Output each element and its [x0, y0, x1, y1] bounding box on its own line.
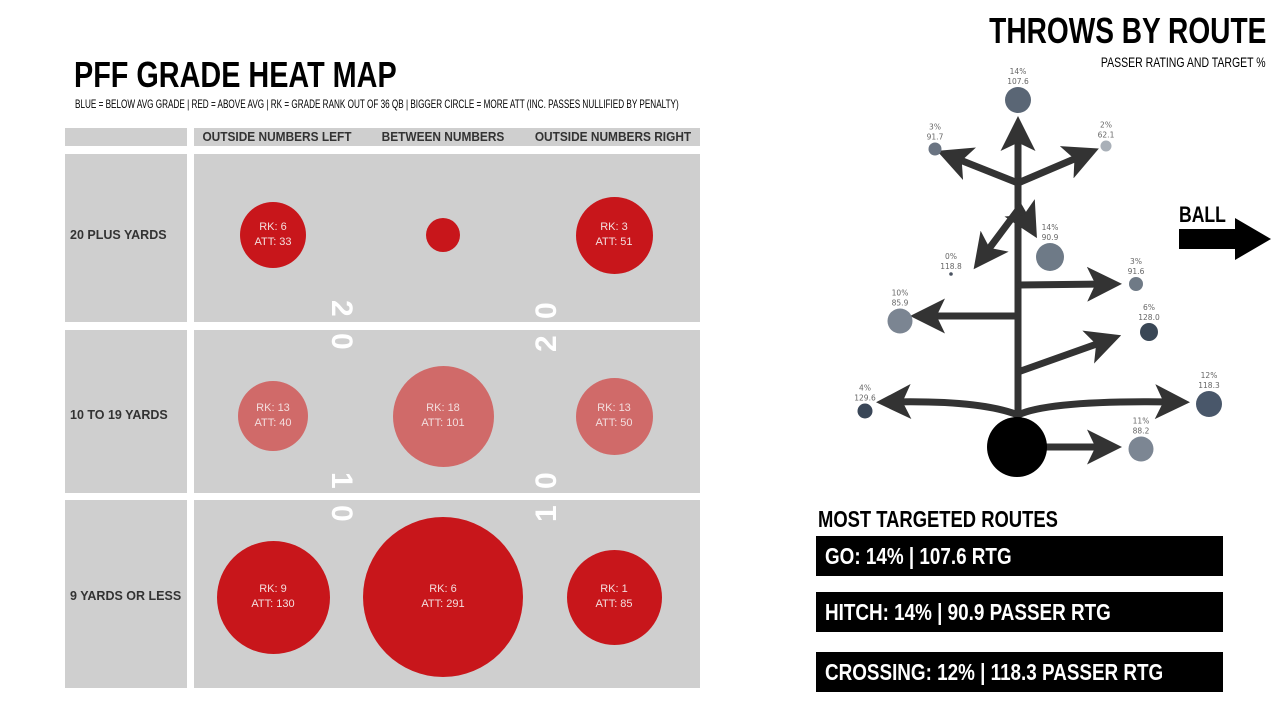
routes-title: THROWS BY ROUTE [988, 10, 1266, 51]
route-passer-rating: 91.7 [927, 133, 944, 142]
bubble-attempts: ATT: 51 [595, 236, 633, 248]
route-node-out-right [1129, 277, 1143, 291]
row-label-9-or-less: 9 YARDS OR LESS [70, 589, 182, 603]
bubble-rank: RK: 13 [597, 402, 631, 414]
route-node-flat-left [857, 403, 873, 419]
grade-bubble: RK: 9 ATT: 130 [216, 540, 330, 654]
bubble-rank: RK: 18 [426, 402, 460, 414]
route-passer-rating: 107.6 [1007, 77, 1029, 86]
route-passer-rating: 90.9 [1042, 233, 1059, 242]
grade-bubble: RK: 13 ATT: 50 [575, 377, 653, 455]
grade-bubble [426, 218, 460, 252]
column-header-between: BETWEEN NUMBERS [381, 130, 505, 144]
route-passer-rating: 85.9 [892, 299, 909, 308]
bubble-rank: RK: 1 [600, 583, 628, 595]
grade-bubble: RK: 18 ATT: 101 [392, 365, 494, 467]
bubble-attempts: ATT: 130 [251, 598, 295, 610]
yard-digit: 0 [325, 505, 358, 522]
heat-map-subtitle: BLUE = BELOW AVG GRADE | RED = ABOVE AVG… [75, 97, 679, 111]
most-targeted-text: GO: 14% | 107.6 RTG [825, 543, 1012, 569]
grade-bubble: RK: 6 ATT: 291 [363, 517, 523, 677]
route-target-pct: 11% [1133, 417, 1150, 426]
route-target-pct: 4% [859, 384, 871, 393]
ball-start-point [987, 417, 1047, 477]
most-targeted-text: HITCH: 14% | 90.9 PASSER RTG [825, 599, 1111, 625]
most-targeted-title: MOST TARGETED ROUTES [818, 506, 1058, 532]
yard-digit: 0 [325, 333, 358, 350]
route-target-pct: 3% [929, 123, 941, 132]
bubble-attempts: ATT: 101 [421, 417, 465, 429]
header-corner-cell [65, 128, 187, 146]
row-label-20-plus: 20 PLUS YARDS [70, 228, 167, 242]
yard-digit: 2 [325, 300, 358, 317]
route-target-pct: 10% [892, 289, 909, 298]
grade-bubble: RK: 3 ATT: 51 [575, 196, 653, 274]
yard-digit: 1 [325, 472, 358, 489]
route-corner-right [1016, 146, 1099, 187]
route-target-pct: 14% [1010, 67, 1027, 76]
route-passer-rating: 88.2 [1133, 427, 1150, 436]
route-slant [1016, 330, 1122, 376]
route-passer-rating: 118.3 [1198, 381, 1220, 390]
route-target-pct: 0% [945, 252, 957, 261]
row-label-10-to-19: 10 TO 19 YARDS [70, 408, 168, 422]
grade-bubble: RK: 6 ATT: 33 [240, 202, 306, 268]
route-corner-left [936, 147, 1020, 187]
bubble-attempts: ATT: 85 [595, 598, 633, 610]
route-target-pct: 14% [1042, 223, 1059, 232]
column-header-outside-right: OUTSIDE NUMBERS RIGHT [534, 130, 692, 144]
route-crossing [1016, 384, 1190, 420]
ball-direction-arrow-icon [1179, 218, 1271, 260]
bubble-rank: RK: 6 [259, 221, 287, 233]
bubble-rank: RK: 3 [600, 221, 628, 233]
route-target-pct: 6% [1143, 303, 1155, 312]
bubble-rank: RK: 6 [429, 583, 457, 595]
grade-bubble: RK: 13 ATT: 40 [238, 381, 308, 451]
yard-digit: 2 [530, 335, 563, 352]
route-node-corner-left [928, 142, 942, 156]
route-passer-rating: 62.1 [1098, 131, 1115, 140]
route-target-pct: 2% [1100, 121, 1112, 130]
grade-bubble: RK: 1 ATT: 85 [566, 549, 662, 645]
route-node-slant [1140, 323, 1158, 341]
route-out-right [1017, 266, 1122, 302]
yard-digit: 0 [530, 302, 563, 319]
most-targeted-text: CROSSING: 12% | 118.3 PASSER RTG [825, 659, 1164, 685]
column-header-outside-left: OUTSIDE NUMBERS LEFT [202, 130, 352, 144]
route-passer-rating: 128.0 [1138, 313, 1160, 322]
yard-digit: 0 [530, 472, 563, 489]
route-flat-left [876, 384, 1020, 420]
route-node-screen [1128, 436, 1154, 462]
bubble-attempts: ATT: 291 [421, 598, 465, 610]
route-node-go [1005, 87, 1031, 113]
route-tree-diagram: 14%107.63%91.72%62.114%90.90%118.83%91.6… [854, 67, 1222, 477]
most-targeted-item: GO: 14% | 107.6 RTG [816, 536, 1223, 576]
route-node-corner-right [1100, 140, 1112, 152]
yard-digit: 1 [530, 505, 563, 522]
route-passer-rating: 129.6 [854, 394, 876, 403]
route-passer-rating: 118.8 [940, 262, 962, 271]
route-node-curl-left [949, 272, 953, 276]
bubble-attempts: ATT: 40 [254, 417, 292, 429]
bubble-rank: RK: 9 [259, 583, 287, 595]
route-node-out-left [887, 308, 913, 334]
heat-map-title: PFF GRADE HEAT MAP [74, 54, 397, 95]
route-target-pct: 3% [1130, 257, 1142, 266]
most-targeted-item: CROSSING: 12% | 118.3 PASSER RTG [816, 652, 1223, 692]
bubble-rank: RK: 13 [256, 402, 290, 414]
route-node-crossing [1196, 391, 1222, 417]
route-curl-left [973, 207, 1021, 270]
route-target-pct: 12% [1201, 371, 1218, 380]
route-passer-rating: 91.6 [1128, 267, 1145, 276]
bubble-attempts: ATT: 50 [595, 417, 633, 429]
most-targeted-item: HITCH: 14% | 90.9 PASSER RTG [816, 592, 1223, 632]
route-node-hitch [1036, 243, 1064, 271]
bubble-attempts: ATT: 33 [254, 236, 292, 248]
